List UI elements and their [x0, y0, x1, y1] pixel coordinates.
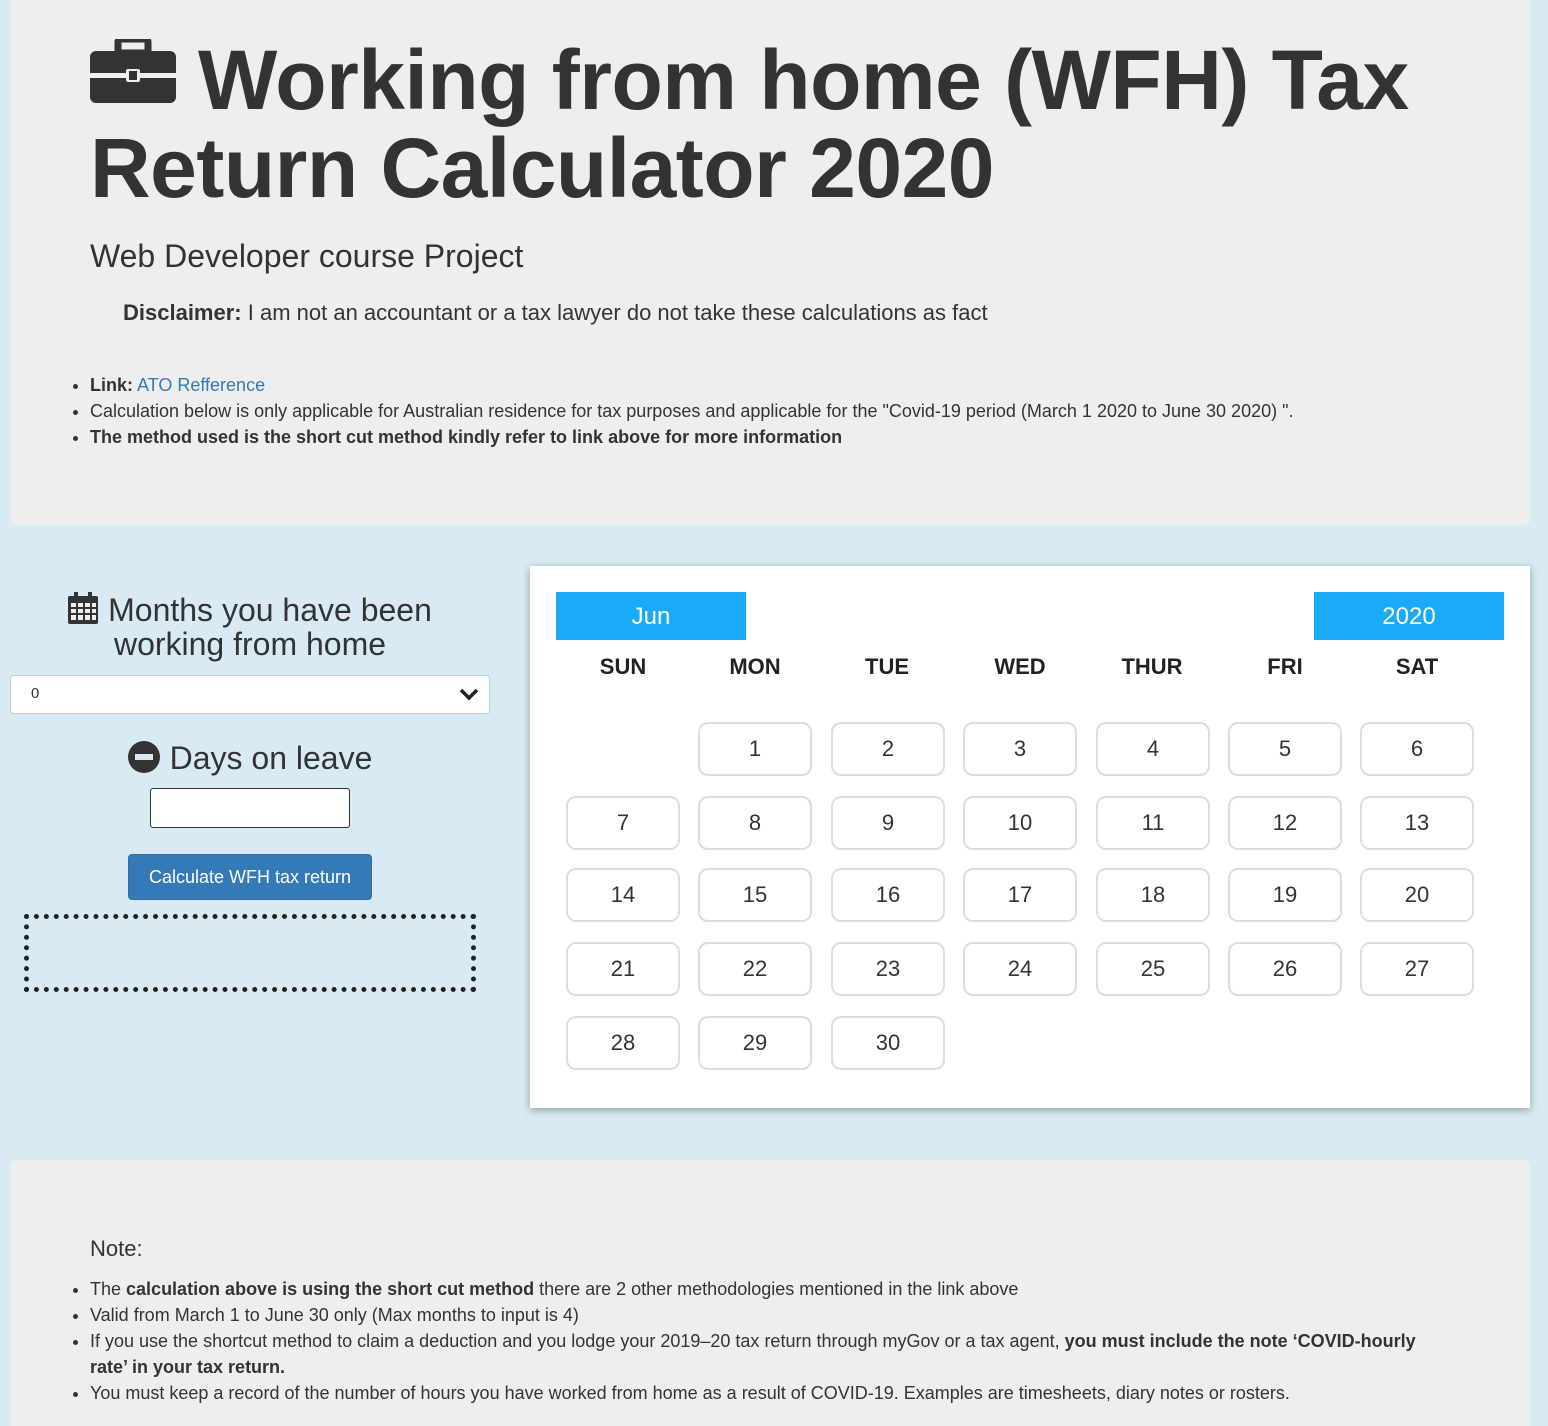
note-list: The calculation above is using the short… — [90, 1276, 1450, 1406]
calendar-day[interactable]: 2 — [831, 722, 945, 776]
weekday-wed: WED — [994, 654, 1046, 679]
note-item-3-pre: If you use the shortcut method to claim … — [90, 1331, 1065, 1351]
calendar-day[interactable]: 6 — [1360, 722, 1474, 776]
list-item: The method used is the short cut method … — [90, 424, 1294, 450]
page-title-text: Working from home (WFH) Tax Return Calcu… — [90, 33, 1409, 215]
calendar-day[interactable]: 15 — [698, 868, 812, 922]
page-title: Working from home (WFH) Tax Return Calcu… — [90, 30, 1470, 212]
calendar-day[interactable]: 1 — [698, 722, 812, 776]
calendar-day[interactable]: 28 — [566, 1016, 680, 1070]
list-item: If you use the shortcut method to claim … — [90, 1328, 1450, 1380]
calendar-day[interactable]: 26 — [1228, 942, 1342, 996]
calendar-day[interactable]: 5 — [1228, 722, 1342, 776]
calendar-card: Jun 2020 SUN MON TUE WED THUR FRI SAT 1 … — [530, 566, 1530, 1108]
link-label: Link: — [90, 375, 133, 395]
disclaimer: Disclaimer: I am not an accountant or a … — [123, 300, 988, 326]
calendar-day[interactable]: 23 — [831, 942, 945, 996]
disclaimer-text: I am not an accountant or a tax lawyer d… — [241, 300, 988, 325]
weekday-fri: FRI — [1267, 654, 1303, 679]
calendar-day[interactable]: 19 — [1228, 868, 1342, 922]
method-note: The method used is the short cut method … — [90, 427, 843, 447]
leave-heading: Days on leave — [10, 740, 490, 777]
weekday-thur: THUR — [1121, 654, 1183, 679]
ato-reference-link[interactable]: ATO Refference — [137, 375, 265, 395]
list-item: Valid from March 1 to June 30 only (Max … — [90, 1302, 1450, 1328]
disclaimer-label: Disclaimer: — [123, 300, 242, 325]
calendar-day[interactable]: 3 — [963, 722, 1077, 776]
page-subtitle: Web Developer course Project — [90, 238, 524, 274]
days-on-leave-input[interactable] — [150, 788, 350, 828]
calendar-day[interactable]: 22 — [698, 942, 812, 996]
note-heading: Note: — [90, 1236, 143, 1261]
weekday-sat: SAT — [1395, 654, 1439, 679]
calendar-day[interactable]: 8 — [698, 796, 812, 850]
calendar-day[interactable]: 20 — [1360, 868, 1474, 922]
minus-circle-icon — [127, 741, 160, 773]
leave-heading-text: Days on leave — [169, 740, 373, 776]
weekday-tue: TUE — [865, 654, 909, 679]
result-box — [24, 914, 476, 992]
calendar-day[interactable]: 27 — [1360, 942, 1474, 996]
calendar-day[interactable]: 25 — [1096, 942, 1210, 996]
chevron-down-icon — [459, 686, 479, 702]
calendar-day[interactable]: 14 — [566, 868, 680, 922]
list-item: You must keep a record of the number of … — [90, 1380, 1450, 1406]
calendar-day[interactable]: 13 — [1360, 796, 1474, 850]
list-item: The calculation above is using the short… — [90, 1276, 1450, 1302]
months-select[interactable]: 0 — [10, 675, 490, 714]
calendar-day[interactable]: 10 — [963, 796, 1077, 850]
calendar-day[interactable]: 18 — [1096, 868, 1210, 922]
calendar-day[interactable]: 30 — [831, 1016, 945, 1070]
calculate-button[interactable]: Calculate WFH tax return — [128, 854, 372, 900]
months-select-value: 0 — [31, 685, 40, 702]
calendar-day[interactable]: 17 — [963, 868, 1077, 922]
months-heading-text: Months you have been working from home — [108, 592, 432, 662]
calendar-day[interactable]: 11 — [1096, 796, 1210, 850]
list-item: Link: ATO Refference — [90, 372, 1294, 398]
calendar-year[interactable]: 2020 — [1314, 592, 1504, 640]
calendar-day[interactable]: 12 — [1228, 796, 1342, 850]
calendar-day[interactable]: 16 — [831, 868, 945, 922]
calendar-day[interactable]: 9 — [831, 796, 945, 850]
calendar-month[interactable]: Jun — [556, 592, 746, 640]
note-item-1-post: there are 2 other methodologies mentione… — [534, 1279, 1019, 1299]
weekday-mon: MON — [729, 654, 781, 679]
calendar-day[interactable]: 29 — [698, 1016, 812, 1070]
note-item-1-bold: calculation above is using the short cut… — [126, 1279, 535, 1299]
list-item: Calculation below is only applicable for… — [90, 398, 1294, 424]
briefcase-icon — [90, 30, 176, 103]
weekday-sun: SUN — [599, 654, 647, 679]
calendar-icon — [68, 592, 99, 624]
calendar-day[interactable]: 7 — [566, 796, 680, 850]
calendar-day[interactable]: 4 — [1096, 722, 1210, 776]
calendar-day[interactable]: 21 — [566, 942, 680, 996]
months-heading: Months you have been working from home — [10, 592, 490, 661]
calendar-day[interactable]: 24 — [963, 942, 1077, 996]
note-item-1-pre: The — [90, 1279, 127, 1299]
info-list: Link: ATO Refference Calculation below i… — [90, 372, 1294, 450]
